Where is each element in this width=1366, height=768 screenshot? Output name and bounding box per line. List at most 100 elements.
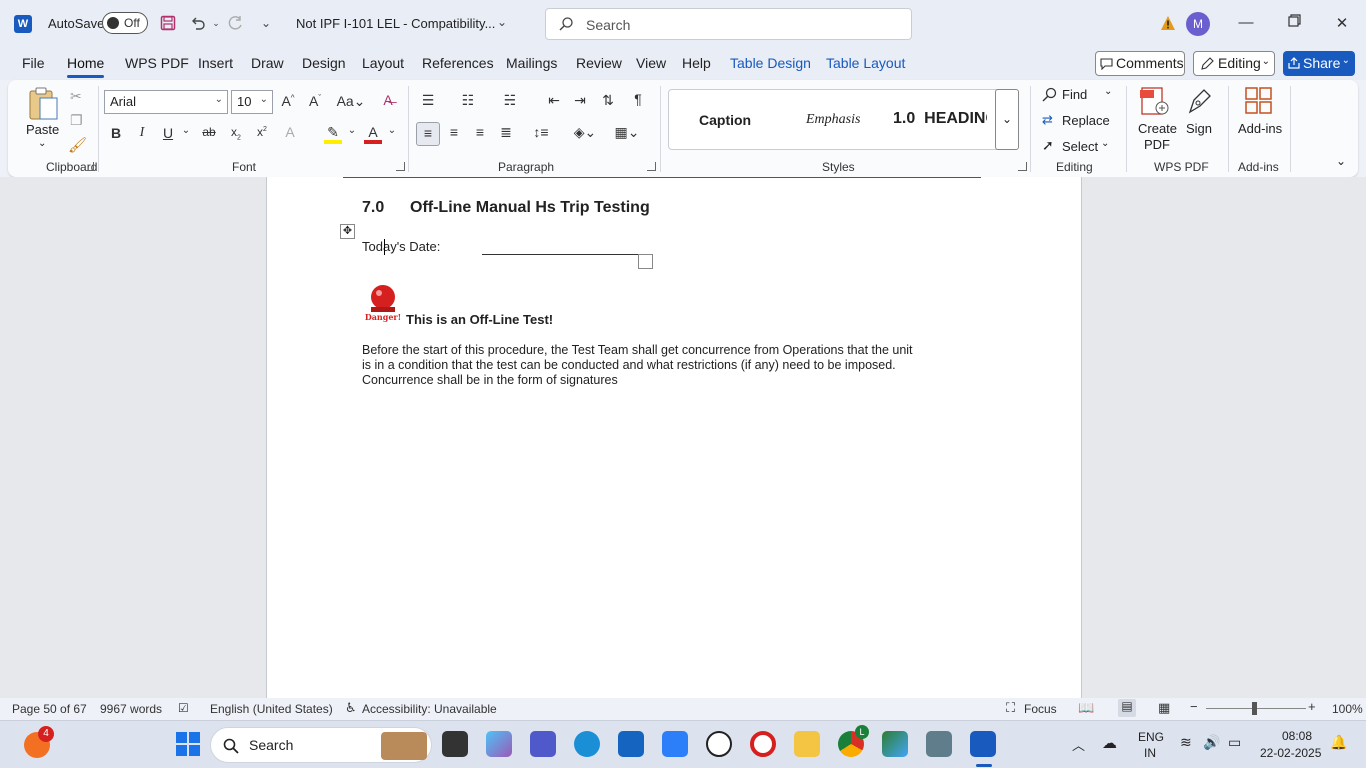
editing-mode-button[interactable]: Editing ⌄ [1193, 51, 1275, 76]
shading-icon[interactable]: ◈⌄ [570, 124, 600, 141]
teams-icon[interactable] [530, 731, 556, 757]
read-mode-icon[interactable]: 📖 [1078, 700, 1094, 716]
proofing-icon[interactable]: ☑ [178, 701, 189, 715]
tab-references[interactable]: References [422, 55, 494, 71]
tab-file[interactable]: File [22, 55, 45, 71]
tab-table-design[interactable]: Table Design [730, 55, 811, 71]
power-automate-icon[interactable] [662, 731, 688, 757]
clock-date[interactable]: 22-02-2025 [1260, 746, 1321, 760]
edge-icon[interactable] [574, 731, 600, 757]
tab-wps-pdf[interactable]: WPS PDF [125, 55, 189, 71]
date-field-line[interactable] [482, 254, 639, 255]
sign-button[interactable] [1184, 86, 1214, 118]
document-area[interactable]: 7.0 Off-Line Manual Hs Trip Testing ✥ To… [0, 177, 1366, 698]
font-color-icon[interactable]: A [364, 124, 382, 144]
numbering-icon[interactable]: ☷ [458, 92, 478, 109]
copy-icon[interactable]: ❐ [70, 112, 83, 129]
style-emphasis[interactable]: Emphasis [806, 112, 860, 128]
search-input[interactable]: Search [545, 8, 912, 40]
autosave-toggle[interactable]: Off [102, 12, 148, 34]
web-layout-icon[interactable]: ▦ [1158, 700, 1170, 716]
borders-icon[interactable]: ▦⌄ [612, 124, 642, 141]
tab-help[interactable]: Help [682, 55, 711, 71]
align-center-icon[interactable]: ≡ [444, 124, 464, 140]
paste-label[interactable]: Paste [26, 122, 59, 137]
warning-icon[interactable] [1160, 15, 1176, 31]
clipboard-launcher-icon[interactable] [85, 162, 94, 171]
avatar[interactable]: M [1186, 12, 1210, 36]
table-resize-handle[interactable] [638, 254, 653, 269]
volume-icon[interactable]: 🔊 [1203, 734, 1220, 751]
print-layout-icon[interactable]: ▤ [1118, 699, 1136, 717]
tab-layout[interactable]: Layout [362, 55, 404, 71]
wifi-icon[interactable]: ≋ [1180, 734, 1192, 751]
zoom-slider-thumb[interactable] [1252, 702, 1257, 715]
subscript-icon[interactable]: x2 [226, 125, 246, 141]
tab-mailings[interactable]: Mailings [506, 55, 557, 71]
styles-more-button[interactable]: ⌄ [995, 89, 1019, 150]
dell-icon[interactable] [706, 731, 732, 757]
format-painter-icon[interactable]: 🖌 [68, 136, 87, 154]
decrease-indent-icon[interactable]: ⇤ [544, 92, 564, 109]
collapse-ribbon-icon[interactable]: ⌄ [1336, 154, 1346, 168]
clear-formatting-icon[interactable]: A̶ [378, 92, 398, 108]
show-formatting-icon[interactable]: ¶ [628, 91, 648, 107]
underline-dropdown-icon[interactable]: ⌄ [176, 125, 196, 136]
multilevel-list-icon[interactable]: ☵ [500, 92, 520, 109]
undo-icon[interactable] [188, 13, 208, 33]
font-launcher-icon[interactable] [396, 162, 405, 171]
bold-icon[interactable]: B [106, 125, 126, 141]
strikethrough-icon[interactable]: ab [199, 125, 219, 139]
notifications-icon[interactable]: 🔔 [1330, 734, 1347, 751]
chevron-down-icon[interactable]: ⌄ [497, 15, 507, 29]
chevron-up-icon[interactable]: ︿ [1072, 735, 1085, 754]
tab-insert[interactable]: Insert [198, 55, 233, 71]
paste-options-icon[interactable]: ⌄ [38, 138, 46, 149]
tab-review[interactable]: Review [576, 55, 622, 71]
create-pdf-label-2[interactable]: PDF [1144, 137, 1170, 152]
redo-icon[interactable] [226, 13, 246, 33]
zoom-level[interactable]: 100% [1332, 702, 1363, 716]
font-color-dropdown-icon[interactable]: ⌄ [382, 125, 402, 136]
select-button[interactable]: ➚ Select ⌄ [1042, 137, 1112, 158]
file-explorer-icon[interactable] [794, 731, 820, 757]
tab-table-layout[interactable]: Table Layout [826, 55, 905, 71]
paste-button[interactable] [26, 86, 60, 124]
close-icon[interactable]: ✕ [1332, 14, 1352, 34]
opera-icon[interactable] [750, 731, 776, 757]
clock-time[interactable]: 08:08 [1282, 729, 1312, 743]
style-heading-1[interactable]: 1.0 HEADING [893, 110, 987, 128]
minimize-icon[interactable]: — [1236, 14, 1256, 34]
italic-icon[interactable]: I [132, 125, 152, 141]
paragraph-launcher-icon[interactable] [647, 162, 656, 171]
style-caption[interactable]: Caption [699, 112, 751, 128]
customize-qat-icon[interactable]: ⌄ [256, 13, 276, 33]
accessibility-status[interactable]: Accessibility: Unavailable [362, 702, 497, 716]
highlight-icon[interactable]: ✎ [324, 124, 342, 144]
grow-font-icon[interactable]: A^ [278, 93, 298, 109]
browser-app-icon[interactable]: 4 [24, 726, 54, 758]
battery-icon[interactable]: ▭ [1228, 734, 1241, 751]
app-icon[interactable] [882, 731, 908, 757]
document-title[interactable]: Not IPF I-101 LEL - Compatibility... [296, 16, 495, 31]
align-left-icon[interactable]: ≡ [416, 122, 440, 146]
addins-button[interactable] [1244, 86, 1274, 118]
line-spacing-icon[interactable]: ↕≡ [526, 124, 556, 140]
tab-draw[interactable]: Draw [251, 55, 284, 71]
shrink-font-icon[interactable]: Aˇ [305, 93, 325, 109]
zoom-out-icon[interactable]: − [1190, 699, 1198, 714]
highlight-dropdown-icon[interactable]: ⌄ [342, 125, 362, 136]
windows-start-icon[interactable] [176, 732, 200, 756]
replace-button[interactable]: ⇄ Replace [1042, 112, 1122, 132]
font-size-combo[interactable]: 10 ⌄ [231, 90, 273, 114]
language-line-1[interactable]: ENG [1138, 730, 1164, 744]
bullets-icon[interactable]: ☰ [418, 92, 438, 109]
onedrive-icon[interactable]: ☁ [1102, 734, 1117, 752]
tab-view[interactable]: View [636, 55, 666, 71]
create-pdf-button[interactable] [1138, 86, 1172, 118]
zoom-in-icon[interactable]: + [1308, 699, 1316, 714]
superscript-icon[interactable]: x2 [252, 125, 272, 139]
justify-icon[interactable]: ≣ [496, 124, 516, 141]
font-name-combo[interactable]: Arial ⌄ [104, 90, 228, 114]
text-effects-icon[interactable]: A [280, 124, 300, 140]
